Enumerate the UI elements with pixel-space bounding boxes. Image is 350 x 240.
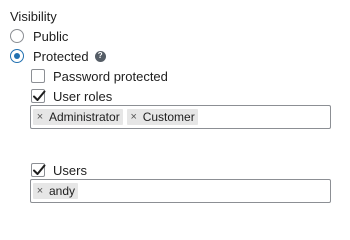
users-checkbox[interactable] xyxy=(31,163,46,177)
help-icon[interactable]: ? xyxy=(94,50,106,62)
radio-public-input[interactable] xyxy=(10,29,24,43)
user-roles-checkbox[interactable] xyxy=(31,89,46,103)
token-customer: × Customer xyxy=(126,109,198,125)
radio-protected[interactable]: Protected ? xyxy=(10,47,106,65)
remove-token-icon[interactable]: × xyxy=(127,109,141,125)
password-protected-label: Password protected xyxy=(53,68,168,84)
token-label: andy xyxy=(49,184,76,198)
password-protected-checkbox[interactable] xyxy=(31,69,45,83)
radio-public-label: Public xyxy=(33,28,69,44)
checkmark-icon xyxy=(33,164,46,175)
radio-protected-label: Protected xyxy=(33,48,89,64)
checkmark-icon xyxy=(33,90,46,101)
visibility-panel: Visibility Public Protected ? Password p… xyxy=(0,0,350,218)
password-protected-row[interactable]: Password protected xyxy=(31,67,168,85)
token-administrator: × Administrator xyxy=(33,109,123,125)
radio-protected-input[interactable] xyxy=(10,49,24,63)
token-label: Customer xyxy=(142,110,195,124)
user-roles-row[interactable]: User roles xyxy=(31,87,112,105)
token-andy: × andy xyxy=(33,183,79,199)
users-row[interactable]: Users xyxy=(31,161,87,179)
remove-token-icon[interactable]: × xyxy=(33,183,47,199)
token-label: Administrator xyxy=(49,110,120,124)
radio-public[interactable]: Public xyxy=(10,27,68,45)
visibility-title: Visibility xyxy=(10,9,57,24)
users-token-field[interactable]: × andy xyxy=(30,179,331,203)
users-label: Users xyxy=(53,162,87,178)
remove-token-icon[interactable]: × xyxy=(33,109,47,125)
user-roles-token-field[interactable]: × Administrator × Customer xyxy=(30,105,331,129)
user-roles-label: User roles xyxy=(53,88,113,104)
